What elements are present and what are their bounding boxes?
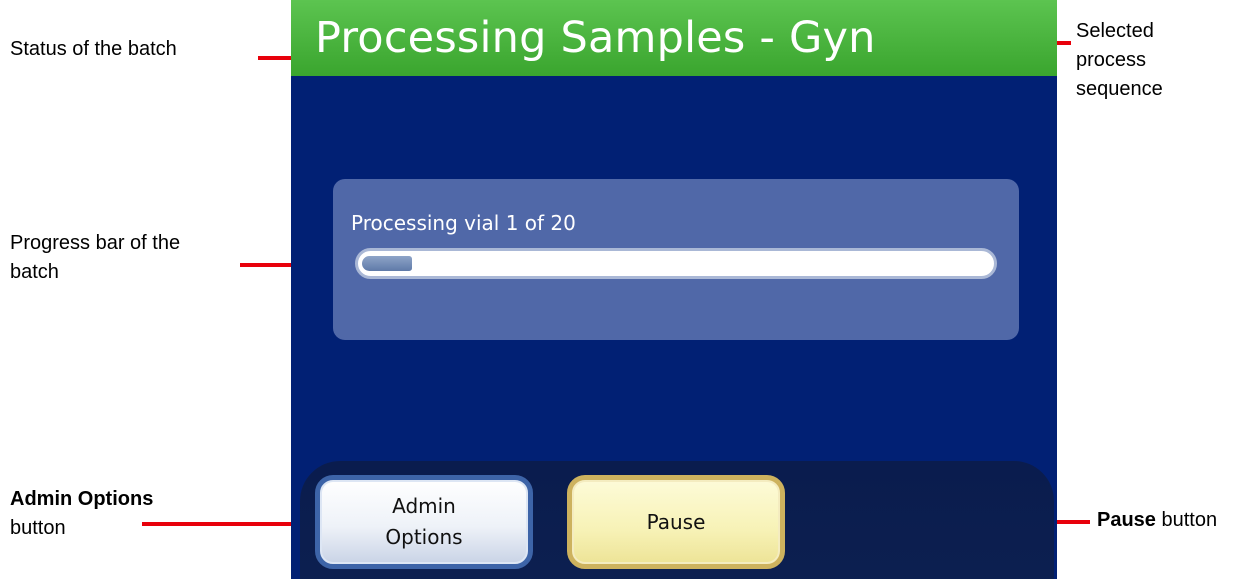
callout-admin-bold: Admin Options (10, 488, 154, 510)
callout-selected-process-sequence: Selected process sequence (1076, 17, 1163, 104)
progress-bar (355, 248, 997, 279)
pause-button-label: Pause (646, 509, 706, 534)
callout-selected-line3: sequence (1076, 78, 1163, 100)
pause-button[interactable]: Pause (567, 475, 785, 569)
callout-admin-suffix: button (10, 517, 66, 539)
callout-pause: Pause button (1097, 506, 1217, 535)
status-title-bar: Processing Samples - Gyn (291, 0, 1057, 76)
progress-panel: Processing vial 1 of 20 (333, 179, 1019, 340)
callout-progress-line2: batch (10, 261, 59, 283)
admin-options-label-line1: Admin (392, 494, 456, 518)
admin-options-button[interactable]: Admin Options (315, 475, 533, 569)
callout-selected-line2: process (1076, 49, 1147, 71)
callout-progress-line1: Progress bar of the (10, 232, 181, 254)
callout-selected-line1: Selected (1076, 20, 1154, 42)
callout-pause-suffix: button (1161, 509, 1218, 531)
callout-admin-options: Admin Options button (10, 485, 153, 543)
callout-status-text: Status of the batch (10, 38, 177, 60)
progress-bar-fill (362, 256, 412, 271)
callout-pause-bold: Pause (1097, 509, 1156, 531)
progress-label: Processing vial 1 of 20 (351, 211, 576, 235)
callout-progress-bar: Progress bar of the batch (10, 229, 180, 287)
callout-status-of-batch: Status of the batch (10, 35, 177, 64)
batch-status-title: Processing Samples - Gyn (315, 13, 876, 63)
device-screen: Processing Samples - Gyn Processing vial… (291, 0, 1057, 579)
admin-options-label-line2: Options (385, 525, 463, 549)
